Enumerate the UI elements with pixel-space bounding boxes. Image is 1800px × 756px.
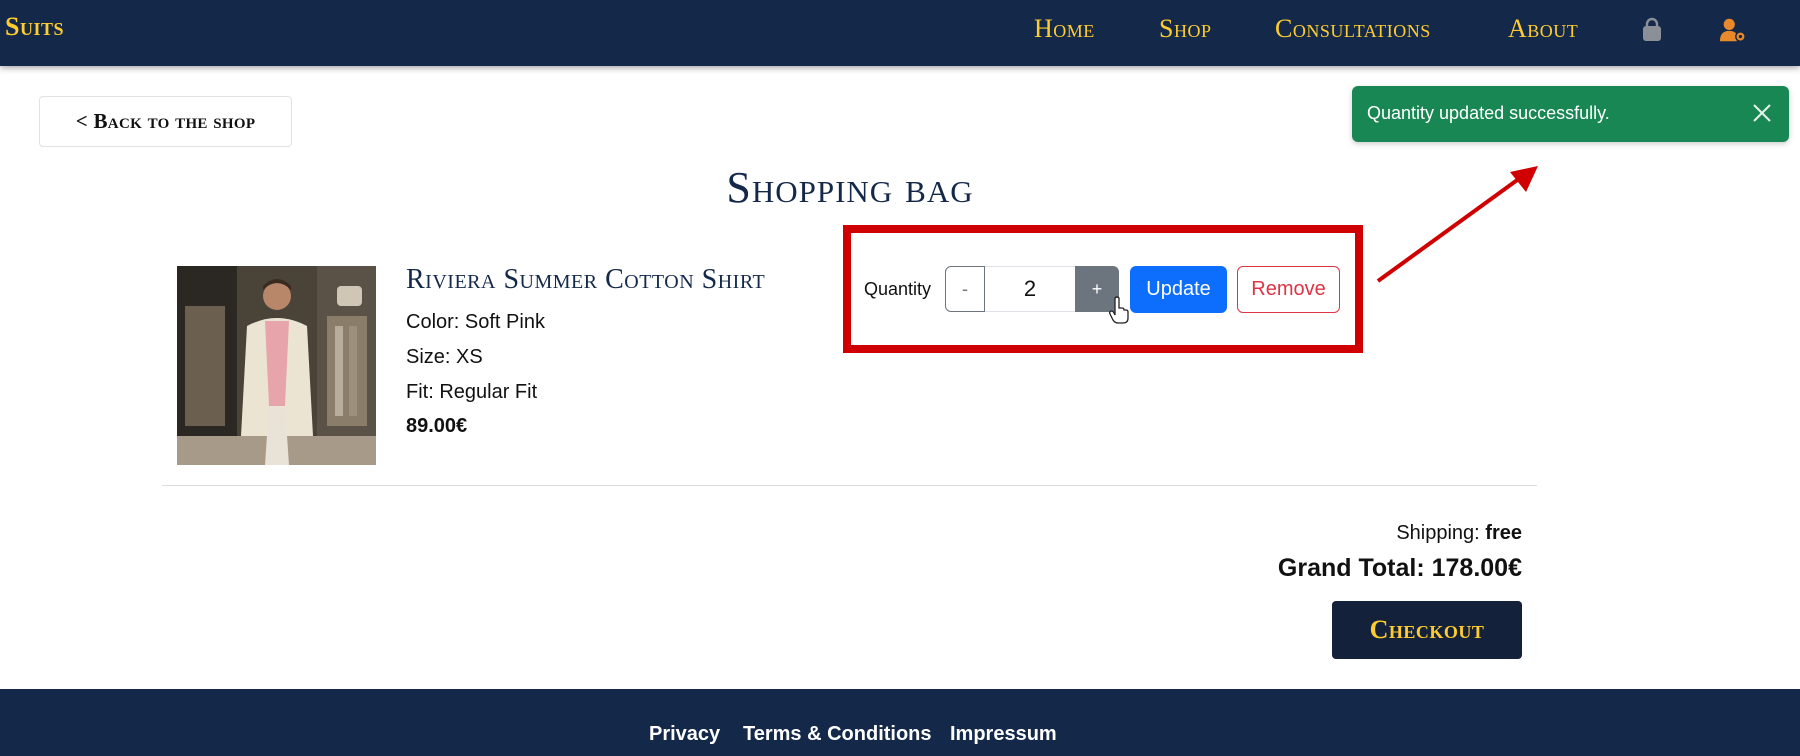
nav-consultations[interactable]: Consultations <box>1275 14 1431 44</box>
quantity-decrease-button[interactable]: - <box>945 266 985 312</box>
shipping-row: Shipping: free <box>1396 522 1522 545</box>
product-name[interactable]: Riviera Summer Cotton Shirt <box>406 264 765 296</box>
close-icon[interactable] <box>1749 100 1775 126</box>
shipping-value: free <box>1485 522 1522 544</box>
update-button[interactable]: Update <box>1130 266 1227 313</box>
grand-total-value: 178.00€ <box>1431 554 1522 582</box>
back-to-shop-button[interactable]: < Back to the shop <box>39 96 292 147</box>
shopping-bag-icon[interactable] <box>1638 16 1666 44</box>
grand-total-row: Grand Total: 178.00€ <box>1278 554 1522 583</box>
nav-about[interactable]: About <box>1508 14 1578 44</box>
checkout-button[interactable]: Checkout <box>1332 601 1522 659</box>
footer-terms-link[interactable]: Terms & Conditions <box>743 723 932 746</box>
hand-cursor-icon <box>1109 296 1129 324</box>
product-photo-illustration <box>177 266 376 465</box>
toast-message: Quantity updated successfully. <box>1367 103 1610 123</box>
product-fit: Fit: Regular Fit <box>406 381 538 403</box>
user-settings-icon[interactable] <box>1719 16 1747 44</box>
footer-impressum-link[interactable]: Impressum <box>950 723 1057 746</box>
brand-logo[interactable]: Suits <box>5 12 64 42</box>
quantity-label: Quantity <box>864 279 932 299</box>
nav-shop[interactable]: Shop <box>1159 14 1211 44</box>
shipping-label: Shipping: <box>1396 522 1480 544</box>
remove-button[interactable]: Remove <box>1237 266 1340 313</box>
quantity-input[interactable] <box>985 266 1075 312</box>
divider <box>162 485 1537 486</box>
grand-total-label: Grand Total: <box>1277 554 1425 582</box>
success-toast: Quantity updated successfully. <box>1352 86 1789 142</box>
product-color: Color: Soft Pink <box>406 311 545 333</box>
nav-home[interactable]: Home <box>1034 14 1095 44</box>
product-image <box>177 266 376 465</box>
annotation-arrow-icon <box>1376 166 1538 283</box>
product-size: Size: XS <box>406 346 483 368</box>
top-navbar: Suits Home Shop Consultations About <box>0 0 1800 66</box>
footer-privacy-link[interactable]: Privacy <box>649 723 720 746</box>
product-price: 89.00€ <box>406 415 468 437</box>
